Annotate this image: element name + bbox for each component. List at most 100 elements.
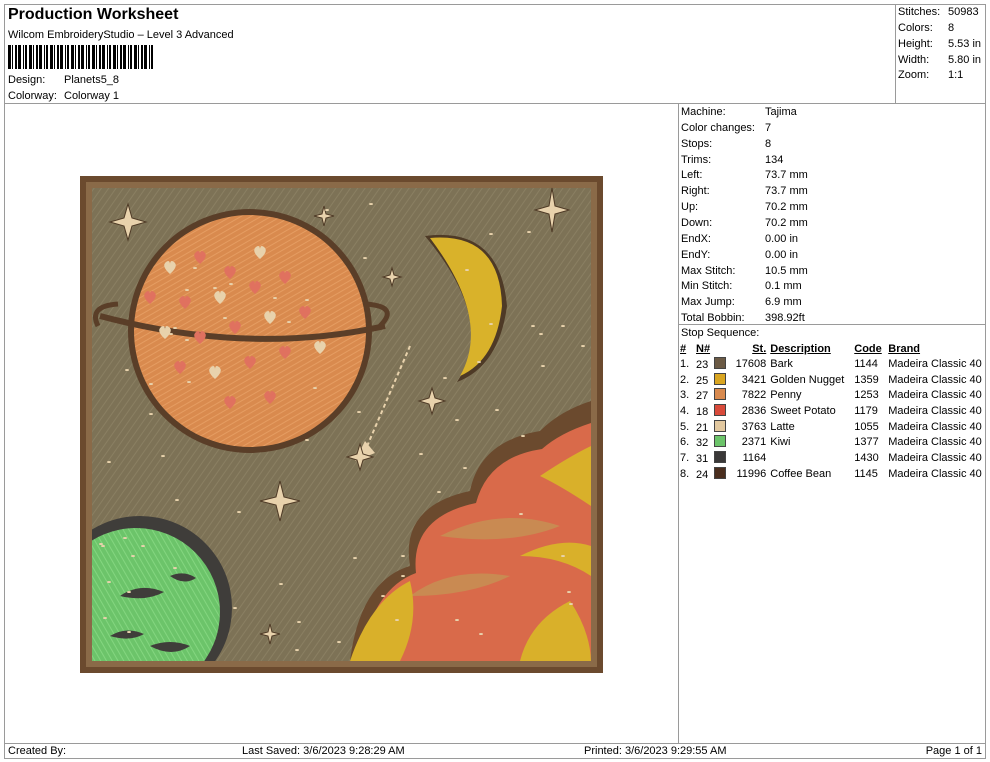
col-header-needle: N# — [696, 342, 711, 355]
row-number: 7. — [680, 451, 690, 464]
star-dot — [305, 299, 309, 301]
thread-color-swatch — [714, 372, 727, 385]
max-jump-row: Max Jump: 6.9 mm — [681, 296, 802, 308]
star-dot — [149, 413, 153, 415]
needle-value: 25 — [696, 374, 709, 387]
thread-color-swatch — [714, 403, 727, 416]
thread-color-swatch — [714, 388, 727, 401]
thread-description: Golden Nugget — [770, 373, 845, 386]
down-row: Down: 70.2 mm — [681, 217, 808, 229]
endy-row: EndY: 0.00 in — [681, 249, 799, 261]
star-dot — [99, 543, 103, 545]
star-dot — [539, 333, 543, 335]
thread-description: Bark — [770, 357, 793, 370]
star-dot — [581, 345, 585, 347]
color-changes-row: Color changes: 7 — [681, 122, 772, 134]
needle-value: 27 — [696, 390, 709, 403]
stitch-count: 3763 — [741, 420, 767, 433]
thread-code: 1055 — [854, 420, 879, 433]
thread-color-swatch — [714, 435, 727, 448]
last-saved: Last Saved: 3/6/2023 9:28:29 AM — [242, 745, 405, 757]
star-dot — [419, 453, 423, 455]
star-dot — [107, 581, 111, 583]
up-row: Up: 70.2 mm — [681, 201, 808, 213]
star-dot — [495, 409, 499, 411]
stitch-count: 2836 — [741, 404, 767, 417]
endx-row: EndX: 0.00 in — [681, 233, 799, 245]
thread-brand: Madeira Classic 40 — [888, 451, 982, 464]
star-dot — [395, 619, 399, 621]
star-dot — [531, 325, 535, 327]
star-dot — [161, 455, 165, 457]
thread-code: 1179 — [854, 404, 878, 417]
table-row: 3. 27 7822 Penny 1253 Madeira Classic 40 — [678, 387, 984, 403]
star-dot — [455, 419, 459, 421]
thread-description: Kiwi — [770, 436, 791, 449]
needle-value: 18 — [696, 405, 709, 418]
star-dot — [127, 631, 131, 633]
row-number: 8. — [680, 467, 690, 480]
star-dot — [295, 649, 299, 651]
star-dot — [465, 269, 469, 271]
table-row: 8. 24 11996 Coffee Bean 1145 Madeira Classic … — [678, 466, 984, 482]
star-dot — [273, 297, 277, 299]
needle-number: 25 — [694, 372, 728, 388]
thread-code: 1253 — [854, 389, 879, 402]
star-dot — [321, 345, 325, 347]
star-dot — [297, 621, 301, 623]
star-dot — [187, 381, 191, 383]
barcode — [8, 45, 156, 69]
star-dot — [175, 499, 179, 501]
page-number: Page 1 of 1 — [925, 745, 982, 757]
row-number: 5. — [680, 420, 690, 433]
star-dot — [185, 289, 189, 291]
needle-number: 18 — [694, 403, 728, 419]
page-title: Production Worksheet — [8, 6, 179, 23]
thread-color-swatch — [714, 419, 727, 432]
table-row: 5. 21 3763 Latte 1055 Madeira Classic 40 — [678, 419, 984, 435]
star-dot — [363, 257, 367, 259]
row-number: 6. — [680, 436, 690, 449]
thread-brand: Madeira Classic 40 — [888, 389, 982, 402]
star-dot — [173, 567, 177, 569]
needle-number: 27 — [694, 387, 728, 403]
star-dot — [173, 327, 177, 329]
star-dot — [213, 287, 217, 289]
row-number: 3. — [680, 389, 690, 402]
design-label: Design: — [8, 74, 46, 86]
needle-number: 31 — [694, 450, 728, 466]
thread-code: 1144 — [854, 357, 878, 370]
needle-value: 32 — [696, 437, 709, 450]
design-value: Planets5_8 — [64, 74, 120, 86]
star-dot — [193, 267, 197, 269]
needle-value: 21 — [696, 421, 709, 434]
star-dot — [401, 575, 405, 577]
table-row: 4. 18 2836 Sweet Potato 1179 Madeira Classic … — [678, 403, 984, 419]
star-dot — [489, 323, 493, 325]
table-row: 7. 31 1164 1430 Madeira Classic 40 — [678, 450, 984, 466]
row-number: 1. — [680, 357, 690, 370]
stat-height: Height: 5.53 in — [898, 38, 982, 50]
star-dot — [463, 467, 467, 469]
thread-description — [768, 450, 852, 466]
stitch-count: 11996 — [736, 467, 767, 480]
star-dot — [337, 641, 341, 643]
star-dot — [229, 283, 233, 285]
thread-color-swatch — [714, 450, 727, 463]
star-dot — [561, 325, 565, 327]
star-dot — [353, 557, 357, 559]
machine-row: Machine: Tajima — [681, 106, 797, 118]
star-dot — [233, 607, 237, 609]
table-row: 6. 32 2371 Kiwi 1377 Madeira Classic 40 — [678, 434, 984, 450]
thread-brand: Madeira Classic 40 — [888, 404, 982, 417]
thread-color-swatch — [714, 356, 727, 369]
star-dot — [443, 377, 447, 379]
table-row: 1. 23 17608 Bark 1144 Madeira Classic 40 — [678, 356, 984, 372]
star-dot — [437, 491, 441, 493]
software-name: Wilcom EmbroideryStudio – Level 3 Advanc… — [8, 29, 234, 41]
star-dot — [169, 333, 173, 335]
star-dot — [103, 617, 107, 619]
table-row: 2. 25 3421 Golden Nugget 1359 Madeira Classic… — [678, 372, 984, 388]
star-dot — [541, 365, 545, 367]
colorway-label: Colorway: — [8, 90, 57, 102]
